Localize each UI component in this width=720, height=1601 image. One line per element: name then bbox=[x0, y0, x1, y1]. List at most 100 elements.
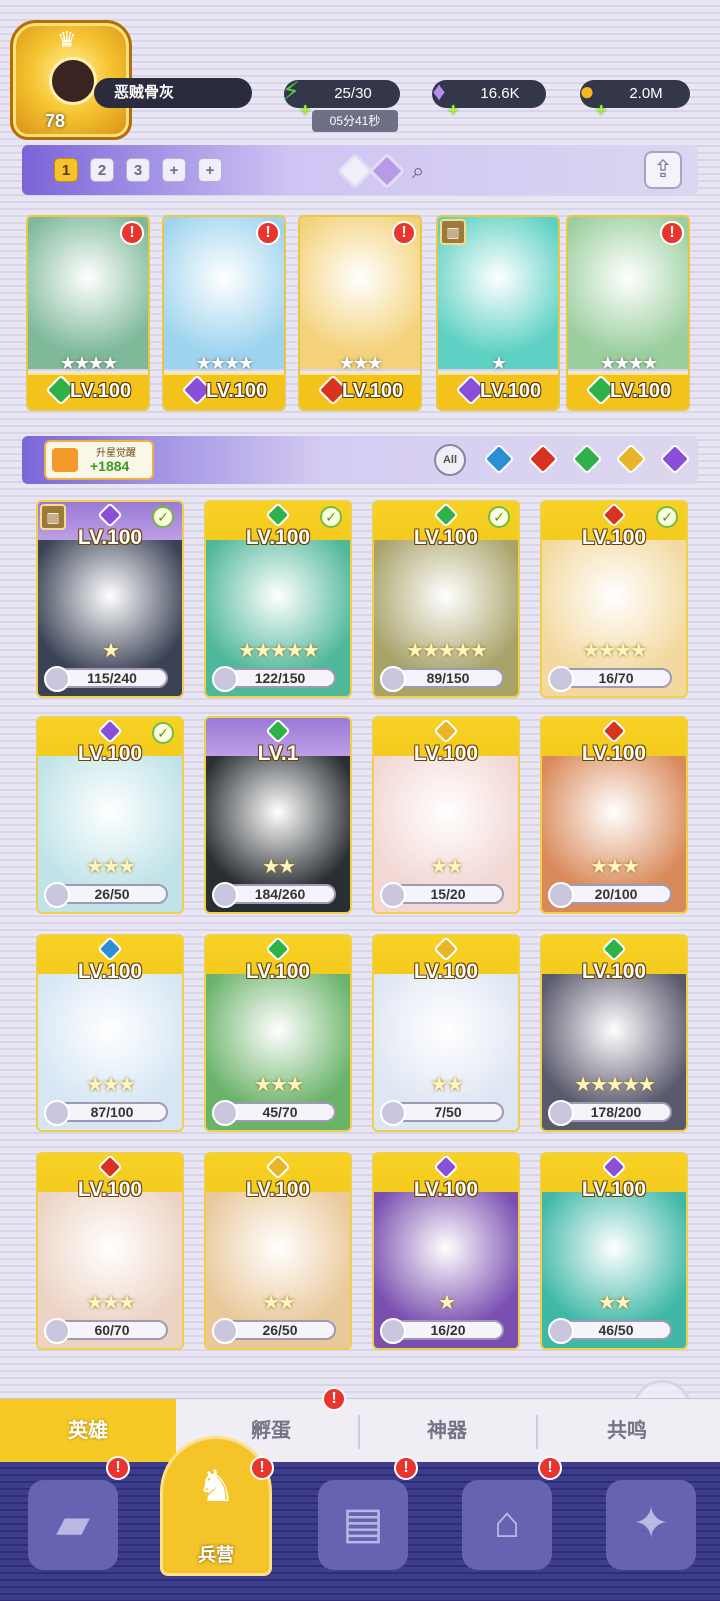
hero-stars: ★★ bbox=[262, 1292, 296, 1314]
shard-progress: 26/50 bbox=[224, 1320, 336, 1340]
hero-level: LV.100 bbox=[480, 380, 542, 402]
hero-card[interactable]: LV.100 ★★★ 60/70 bbox=[36, 1152, 184, 1350]
hero-level: LV.100 bbox=[342, 380, 404, 402]
level-band: LV.100 bbox=[28, 373, 148, 409]
element-filter-icon[interactable] bbox=[615, 443, 647, 475]
hero-card[interactable]: LV.100 ★★ 26/50 bbox=[204, 1152, 352, 1350]
hero-card[interactable]: LV.100 ★★★★★ 178/200 bbox=[540, 934, 688, 1132]
hero-card[interactable]: LV.100 ★ 115/240 ✓ ▥ bbox=[36, 500, 184, 698]
element-icon[interactable] bbox=[368, 152, 406, 190]
hero-card[interactable]: LV.100 ★★ 46/50 bbox=[540, 1152, 688, 1350]
hero-level: LV.100 bbox=[206, 380, 268, 402]
hero-stars: ★★★ bbox=[590, 856, 640, 878]
level-band: LV.100 bbox=[438, 373, 558, 409]
plus-icon[interactable]: + bbox=[596, 96, 607, 124]
shard-progress: 20/100 bbox=[560, 884, 672, 904]
share-button[interactable]: ⇪ bbox=[644, 151, 682, 189]
tab-heroes[interactable]: 英雄 bbox=[0, 1399, 176, 1463]
filter-all-button[interactable]: All bbox=[434, 444, 466, 476]
diamond-value: 16.6K bbox=[480, 85, 520, 102]
hero-stars: ★ bbox=[438, 1292, 456, 1314]
team-tab-3[interactable]: 3 bbox=[126, 158, 150, 182]
bottom-nav: ▰ ! ♞ 兵营 ! ▤ ! ⌂ ! ✦ bbox=[0, 1436, 720, 1601]
shard-progress: 16/70 bbox=[560, 668, 672, 688]
hero-card[interactable]: LV.100 ★★★ 20/100 bbox=[540, 716, 688, 914]
gold-counter[interactable]: ● + 2.0M bbox=[579, 77, 690, 120]
diamond-counter[interactable]: ♦ + 16.6K bbox=[432, 77, 546, 120]
hero-stars: ★★★★★ bbox=[238, 640, 320, 662]
hero-level: LV.100 bbox=[413, 960, 479, 983]
hero-level: LV.100 bbox=[581, 526, 647, 549]
cards-icon: ▰ bbox=[56, 1499, 90, 1548]
hero-level: LV.100 bbox=[413, 742, 479, 765]
team-selector-bar: 1 2 3 + + ⌕ ⇪ bbox=[22, 145, 698, 195]
hero-card[interactable]: LV.1 ★★ 184/260 bbox=[204, 716, 352, 914]
team-tab-2[interactable]: 2 bbox=[90, 158, 114, 182]
hero-stars: ★★★★ bbox=[195, 353, 255, 373]
team-tab-1[interactable]: 1 bbox=[54, 158, 78, 182]
hero-level: LV.100 bbox=[245, 1178, 311, 1201]
nav-cards[interactable]: ▰ bbox=[28, 1480, 118, 1570]
shard-icon bbox=[44, 666, 70, 692]
shop-icon: ⌂ bbox=[493, 1498, 521, 1547]
hero-card[interactable]: LV.100 ★★★ 87/100 bbox=[36, 934, 184, 1132]
notification-badge: ! bbox=[394, 1456, 418, 1480]
hero-card[interactable]: LV.100 ★★★ 26/50 ✓ bbox=[36, 716, 184, 914]
shard-icon bbox=[548, 1100, 574, 1126]
hero-sub-tabs: 英雄 孵蛋 ! 神器 共鸣 bbox=[0, 1387, 720, 1463]
plus-icon[interactable]: + bbox=[300, 96, 311, 124]
shard-progress: 45/70 bbox=[224, 1102, 336, 1122]
search-icon[interactable]: ⌕ bbox=[412, 158, 424, 184]
hero-card[interactable]: LV.100 ★ 16/20 bbox=[372, 1152, 520, 1350]
hero-level: LV.100 bbox=[70, 380, 132, 402]
team-add-button[interactable]: + bbox=[162, 158, 186, 182]
plus-icon[interactable]: + bbox=[448, 96, 459, 124]
shard-icon bbox=[44, 1100, 70, 1126]
hero-card[interactable]: LV.100 ★★★★★ 89/150 ✓ bbox=[372, 500, 520, 698]
notification-badge: ! bbox=[660, 221, 684, 245]
hero-card[interactable]: LV.100 ★★★★★ 122/150 ✓ bbox=[204, 500, 352, 698]
shard-progress: 87/100 bbox=[56, 1102, 168, 1122]
shard-progress: 60/70 bbox=[56, 1320, 168, 1340]
shard-icon bbox=[380, 882, 406, 908]
team-hero-card[interactable]: ★★★★ LV.100! bbox=[26, 215, 150, 411]
element-filter-icon[interactable] bbox=[659, 443, 691, 475]
nav-shop[interactable]: ⌂ bbox=[462, 1480, 552, 1570]
element-filter-icon[interactable] bbox=[483, 443, 515, 475]
gold-value: 2.0M bbox=[629, 85, 663, 102]
team-hero-card[interactable]: ★★★★ LV.100! bbox=[566, 215, 690, 411]
star-up-button[interactable]: 升星觉醒 +1884 bbox=[44, 440, 154, 480]
avatar-face bbox=[49, 57, 97, 105]
hero-card[interactable]: LV.100 ★★★ 45/70 bbox=[204, 934, 352, 1132]
notification-badge: ! bbox=[120, 221, 144, 245]
tab-resonance[interactable]: 共鸣 bbox=[552, 1399, 702, 1463]
hero-stars: ★★★★ bbox=[59, 353, 119, 373]
hero-card[interactable]: LV.100 ★★★★ 16/70 ✓ bbox=[540, 500, 688, 698]
hero-level: LV.1 bbox=[257, 742, 299, 765]
hero-stars: ★★ bbox=[598, 1292, 632, 1314]
hero-level: LV.100 bbox=[581, 1178, 647, 1201]
notification-badge: ! bbox=[538, 1456, 562, 1480]
awaken-icon bbox=[52, 448, 78, 472]
hero-stars: ★★★ bbox=[338, 353, 383, 373]
shard-icon bbox=[548, 1318, 574, 1344]
nav-book[interactable]: ▤ bbox=[318, 1480, 408, 1570]
element-filter-icon[interactable] bbox=[571, 443, 603, 475]
hero-card[interactable]: LV.100 ★★ 15/20 bbox=[372, 716, 520, 914]
hero-stars: ★★ bbox=[430, 856, 464, 878]
check-icon: ✓ bbox=[488, 506, 510, 528]
team-hero-card[interactable]: ★★★★ LV.100! bbox=[162, 215, 286, 411]
tab-artifact[interactable]: 神器 bbox=[372, 1399, 522, 1463]
team-view-icons: ⌕ bbox=[336, 151, 424, 191]
share-icon: ⇪ bbox=[652, 156, 674, 183]
team-hero-card[interactable]: ★★★ LV.100! bbox=[298, 215, 422, 411]
element-filter-icon[interactable] bbox=[527, 443, 559, 475]
hero-card[interactable]: LV.100 ★★ 7/50 bbox=[372, 934, 520, 1132]
shard-icon bbox=[380, 1100, 406, 1126]
nav-guild[interactable]: ✦ bbox=[606, 1480, 696, 1570]
team-hero-card[interactable]: ★ LV.100 ▥ bbox=[436, 215, 560, 411]
formation-icon[interactable] bbox=[336, 152, 374, 190]
energy-counter[interactable]: ⚡ + 25/30 bbox=[282, 77, 400, 120]
top-bar: ♛ 78 恶贼骨灰 ⚡ + 25/30 05分41秒 ♦ + 16.6K ● +… bbox=[0, 0, 720, 140]
team-add-button[interactable]: + bbox=[198, 158, 222, 182]
